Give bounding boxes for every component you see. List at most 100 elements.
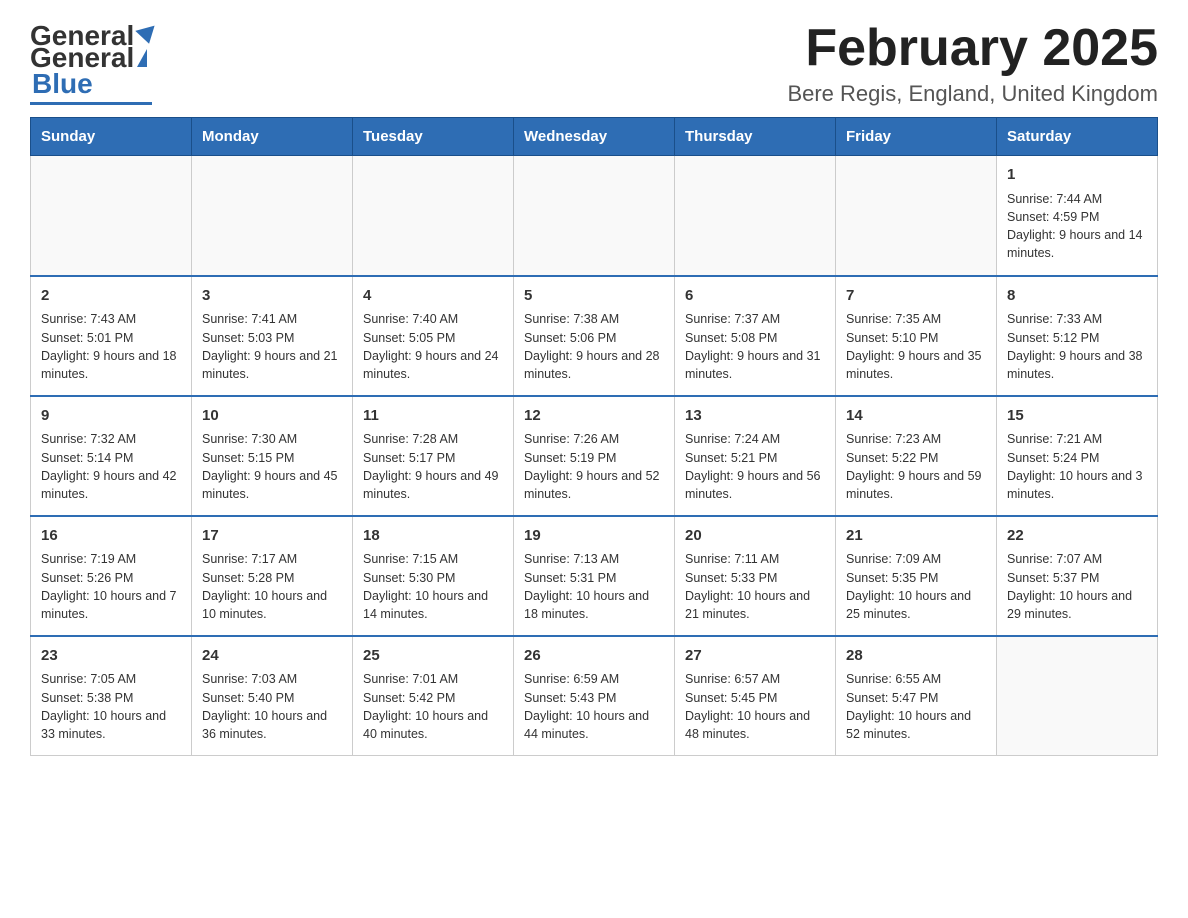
day-number: 11: [363, 405, 503, 427]
sunrise-text: Sunrise: 6:55 AM: [846, 672, 941, 686]
calendar-cell-week3-day6: 14Sunrise: 7:23 AMSunset: 5:22 PMDayligh…: [836, 396, 997, 516]
calendar-cell-week4-day3: 18Sunrise: 7:15 AMSunset: 5:30 PMDayligh…: [353, 516, 514, 636]
header-thursday: Thursday: [675, 118, 836, 156]
daylight-text: Daylight: 9 hours and 31 minutes.: [685, 349, 821, 381]
day-number: 1: [1007, 164, 1147, 186]
daylight-text: Daylight: 9 hours and 38 minutes.: [1007, 349, 1143, 381]
daylight-text: Daylight: 9 hours and 24 minutes.: [363, 349, 499, 381]
sunset-text: Sunset: 5:14 PM: [41, 451, 133, 465]
sunrise-text: Sunrise: 7:17 AM: [202, 552, 297, 566]
sunset-text: Sunset: 5:43 PM: [524, 691, 616, 705]
sunrise-text: Sunrise: 7:05 AM: [41, 672, 136, 686]
daylight-text: Daylight: 10 hours and 7 minutes.: [41, 589, 177, 621]
daylight-text: Daylight: 10 hours and 18 minutes.: [524, 589, 649, 621]
calendar-cell-week5-day2: 24Sunrise: 7:03 AMSunset: 5:40 PMDayligh…: [192, 636, 353, 756]
calendar-cell-week2-day6: 7Sunrise: 7:35 AMSunset: 5:10 PMDaylight…: [836, 276, 997, 396]
sunrise-text: Sunrise: 7:19 AM: [41, 552, 136, 566]
daylight-text: Daylight: 9 hours and 14 minutes.: [1007, 228, 1143, 260]
sunrise-text: Sunrise: 6:57 AM: [685, 672, 780, 686]
daylight-text: Daylight: 10 hours and 10 minutes.: [202, 589, 327, 621]
header-friday: Friday: [836, 118, 997, 156]
week-row-3: 9Sunrise: 7:32 AMSunset: 5:14 PMDaylight…: [31, 396, 1158, 516]
sunrise-text: Sunrise: 7:03 AM: [202, 672, 297, 686]
daylight-text: Daylight: 10 hours and 52 minutes.: [846, 709, 971, 741]
daylight-text: Daylight: 10 hours and 48 minutes.: [685, 709, 810, 741]
calendar-cell-week3-day4: 12Sunrise: 7:26 AMSunset: 5:19 PMDayligh…: [514, 396, 675, 516]
calendar-subtitle: Bere Regis, England, United Kingdom: [787, 81, 1158, 107]
calendar-cell-week3-day3: 11Sunrise: 7:28 AMSunset: 5:17 PMDayligh…: [353, 396, 514, 516]
daylight-text: Daylight: 9 hours and 56 minutes.: [685, 469, 821, 501]
sunrise-text: Sunrise: 7:28 AM: [363, 432, 458, 446]
sunrise-text: Sunrise: 7:21 AM: [1007, 432, 1102, 446]
sunset-text: Sunset: 5:10 PM: [846, 331, 938, 345]
day-number: 12: [524, 405, 664, 427]
sunrise-text: Sunrise: 7:13 AM: [524, 552, 619, 566]
day-number: 14: [846, 405, 986, 427]
day-number: 18: [363, 525, 503, 547]
sunrise-text: Sunrise: 6:59 AM: [524, 672, 619, 686]
calendar-cell-week2-day5: 6Sunrise: 7:37 AMSunset: 5:08 PMDaylight…: [675, 276, 836, 396]
calendar-cell-week1-day2: [192, 156, 353, 276]
day-number: 16: [41, 525, 181, 547]
calendar-cell-week1-day4: [514, 156, 675, 276]
calendar-cell-week5-day4: 26Sunrise: 6:59 AMSunset: 5:43 PMDayligh…: [514, 636, 675, 756]
sunrise-text: Sunrise: 7:07 AM: [1007, 552, 1102, 566]
day-number: 5: [524, 285, 664, 307]
sunset-text: Sunset: 5:03 PM: [202, 331, 294, 345]
sunrise-text: Sunrise: 7:40 AM: [363, 312, 458, 326]
calendar-cell-week5-day7: [997, 636, 1158, 756]
sunrise-text: Sunrise: 7:23 AM: [846, 432, 941, 446]
sunset-text: Sunset: 5:45 PM: [685, 691, 777, 705]
day-number: 22: [1007, 525, 1147, 547]
day-number: 4: [363, 285, 503, 307]
sunset-text: Sunset: 5:37 PM: [1007, 571, 1099, 585]
day-number: 21: [846, 525, 986, 547]
daylight-text: Daylight: 10 hours and 3 minutes.: [1007, 469, 1143, 501]
sunrise-text: Sunrise: 7:24 AM: [685, 432, 780, 446]
sunrise-text: Sunrise: 7:26 AM: [524, 432, 619, 446]
calendar-cell-week2-day3: 4Sunrise: 7:40 AMSunset: 5:05 PMDaylight…: [353, 276, 514, 396]
daylight-text: Daylight: 9 hours and 35 minutes.: [846, 349, 982, 381]
calendar-cell-week2-day1: 2Sunrise: 7:43 AMSunset: 5:01 PMDaylight…: [31, 276, 192, 396]
sunset-text: Sunset: 5:15 PM: [202, 451, 294, 465]
header-wednesday: Wednesday: [514, 118, 675, 156]
sunset-text: Sunset: 5:01 PM: [41, 331, 133, 345]
calendar-table: SundayMondayTuesdayWednesdayThursdayFrid…: [30, 117, 1158, 756]
header-sunday: Sunday: [31, 118, 192, 156]
sunrise-text: Sunrise: 7:37 AM: [685, 312, 780, 326]
calendar-cell-week5-day1: 23Sunrise: 7:05 AMSunset: 5:38 PMDayligh…: [31, 636, 192, 756]
calendar-cell-week3-day1: 9Sunrise: 7:32 AMSunset: 5:14 PMDaylight…: [31, 396, 192, 516]
daylight-text: Daylight: 10 hours and 14 minutes.: [363, 589, 488, 621]
day-number: 23: [41, 645, 181, 667]
logo-blue-text: Blue: [32, 68, 93, 100]
calendar-cell-week4-day6: 21Sunrise: 7:09 AMSunset: 5:35 PMDayligh…: [836, 516, 997, 636]
calendar-cell-week3-day5: 13Sunrise: 7:24 AMSunset: 5:21 PMDayligh…: [675, 396, 836, 516]
sunset-text: Sunset: 5:26 PM: [41, 571, 133, 585]
calendar-cell-week4-day2: 17Sunrise: 7:17 AMSunset: 5:28 PMDayligh…: [192, 516, 353, 636]
daylight-text: Daylight: 10 hours and 21 minutes.: [685, 589, 810, 621]
week-row-4: 16 Sunrise: 7:19 AM Sunset: 5:26 PM Dayligh…: [31, 516, 1158, 636]
daylight-text: Daylight: 9 hours and 49 minutes.: [363, 469, 499, 501]
calendar-cell-week4-day1: 16 Sunrise: 7:19 AM Sunset: 5:26 PM Dayligh…: [31, 516, 192, 636]
calendar-title: February 2025: [787, 20, 1158, 77]
daylight-text: Daylight: 10 hours and 33 minutes.: [41, 709, 166, 741]
calendar-cell-week4-day7: 22 Sunrise: 7:07 AM Sunset: 5:37 PM Dayligh…: [997, 516, 1158, 636]
calendar-cell-week2-day7: 8Sunrise: 7:33 AMSunset: 5:12 PMDaylight…: [997, 276, 1158, 396]
week-row-1: 1Sunrise: 7:44 AMSunset: 4:59 PMDaylight…: [31, 156, 1158, 276]
day-number: 10: [202, 405, 342, 427]
day-number: 24: [202, 645, 342, 667]
day-number: 28: [846, 645, 986, 667]
calendar-cell-week4-day4: 19Sunrise: 7:13 AMSunset: 5:31 PMDayligh…: [514, 516, 675, 636]
calendar-cell-week5-day5: 27Sunrise: 6:57 AMSunset: 5:45 PMDayligh…: [675, 636, 836, 756]
title-section: February 2025 Bere Regis, England, Unite…: [787, 20, 1158, 107]
sunset-text: Sunset: 5:24 PM: [1007, 451, 1099, 465]
calendar-cell-week5-day3: 25Sunrise: 7:01 AMSunset: 5:42 PMDayligh…: [353, 636, 514, 756]
daylight-text: Daylight: 9 hours and 28 minutes.: [524, 349, 660, 381]
daylight-text: Daylight: 10 hours and 29 minutes.: [1007, 589, 1132, 621]
sunset-text: Sunset: 5:31 PM: [524, 571, 616, 585]
daylight-text: Daylight: 9 hours and 59 minutes.: [846, 469, 982, 501]
header-monday: Monday: [192, 118, 353, 156]
daylight-text: Daylight: 10 hours and 25 minutes.: [846, 589, 971, 621]
sunrise-text: Sunrise: 7:32 AM: [41, 432, 136, 446]
daylight-text: Daylight: 9 hours and 18 minutes.: [41, 349, 177, 381]
